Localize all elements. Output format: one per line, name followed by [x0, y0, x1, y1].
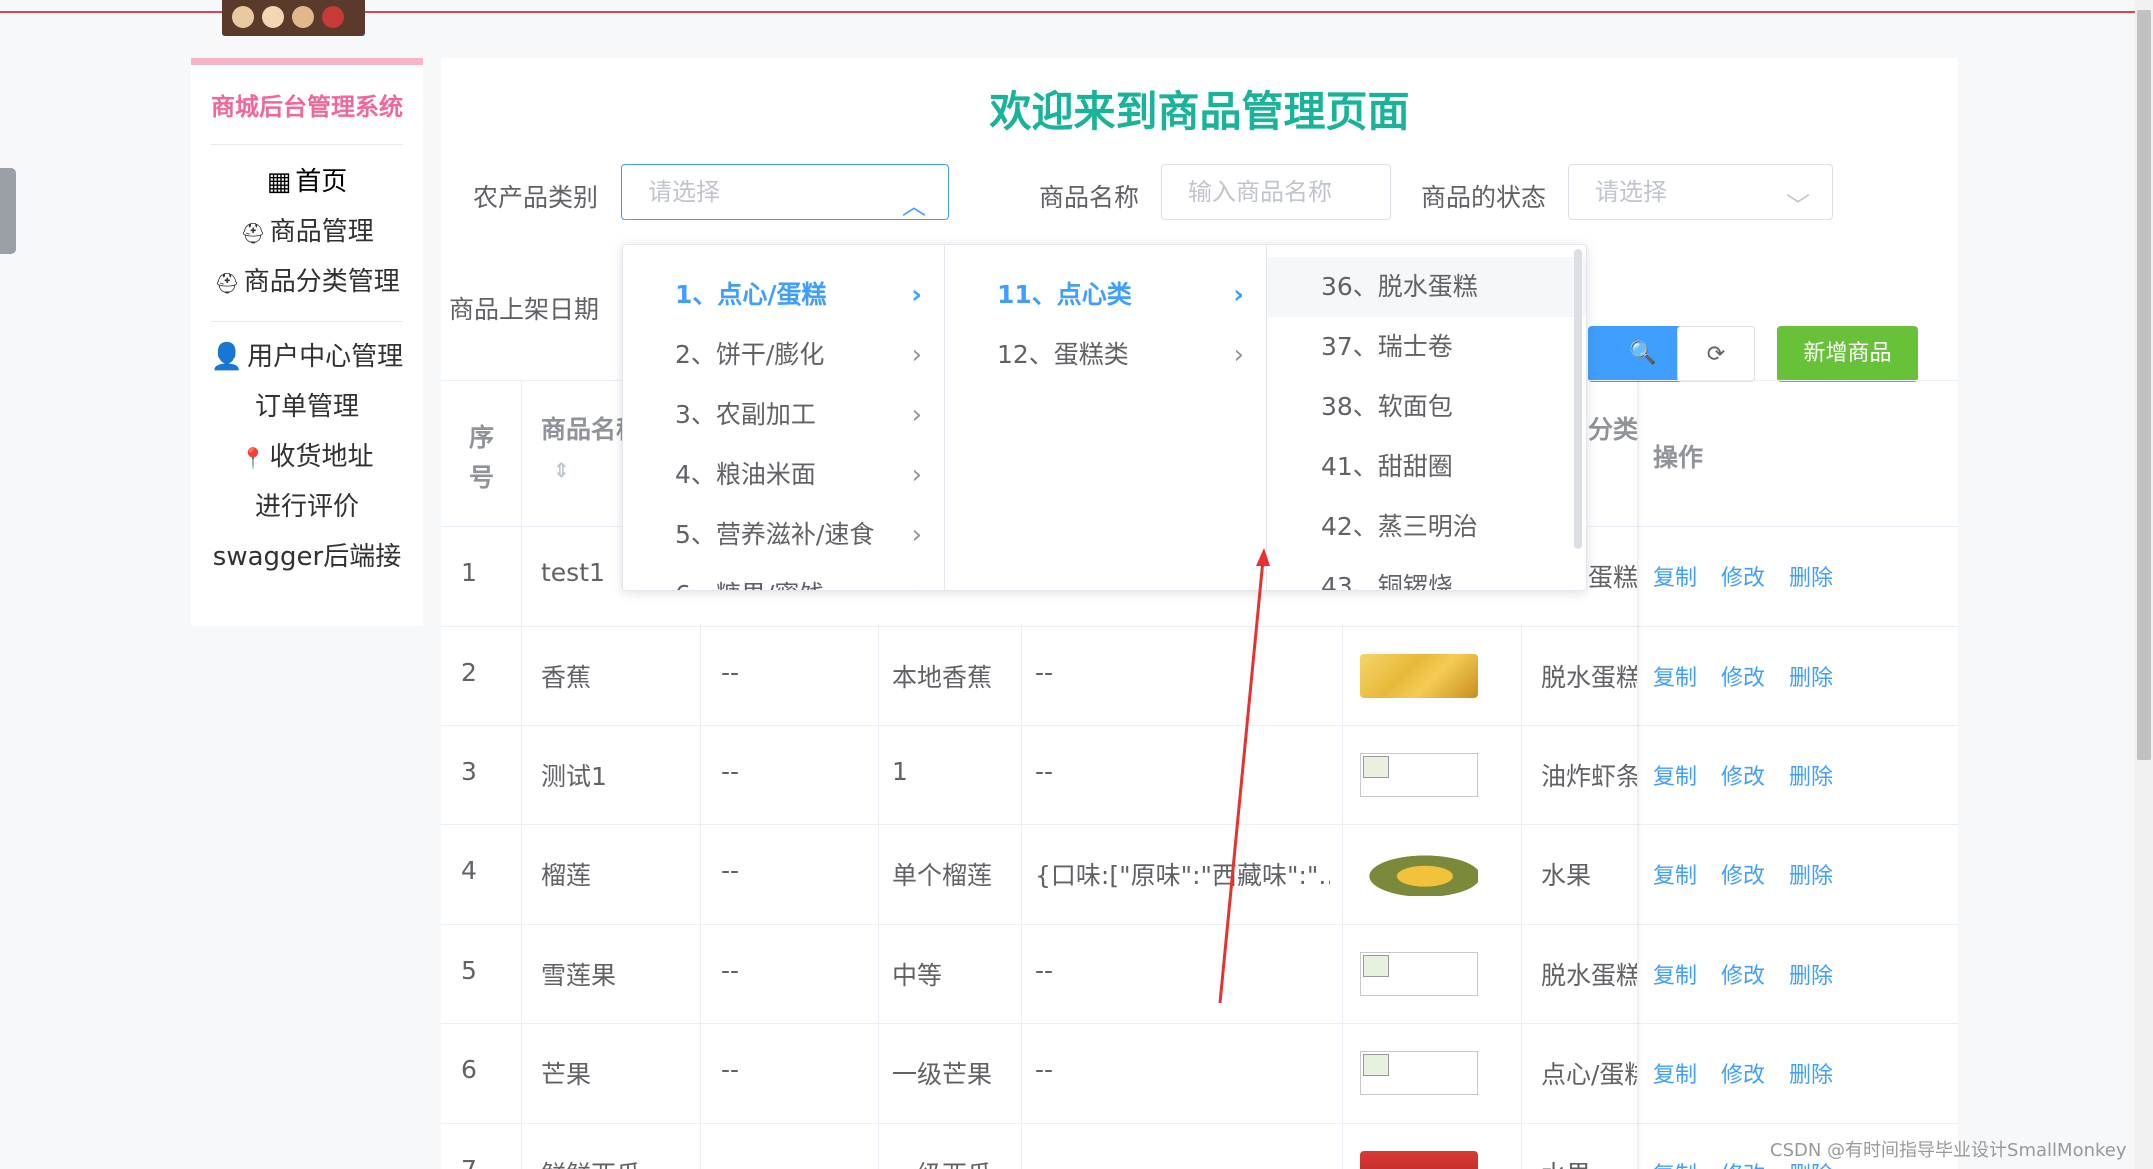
watermark: CSDN @有时间指导毕业设计SmallMonkey — [1770, 1140, 2127, 1161]
annotation-arrow — [1218, 548, 1270, 1004]
